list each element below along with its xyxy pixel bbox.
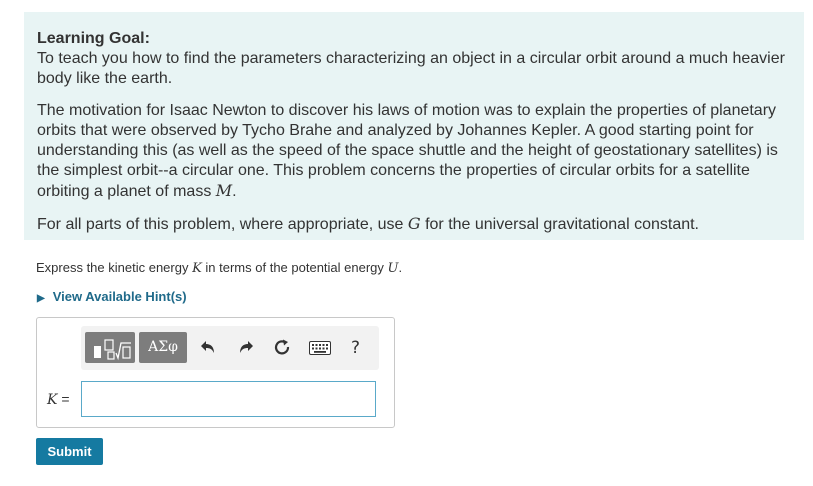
templates-icon <box>94 339 131 361</box>
answer-equals: = <box>61 391 70 407</box>
math-toolbar: ΑΣφ ? <box>81 326 379 370</box>
keyboard-icon[interactable] <box>309 340 331 360</box>
question-text-middle: in terms of the potential energy <box>201 260 388 275</box>
question-text-end: . <box>398 260 403 275</box>
gravity-constant-variable: G <box>407 214 421 233</box>
submit-button[interactable]: Submit <box>36 438 103 465</box>
kinetic-energy-variable: K <box>192 261 202 276</box>
motivation-end: . <box>232 183 237 200</box>
learning-goal-title: Learning Goal: <box>37 30 150 47</box>
constant-text: For all parts of this problem, where app… <box>37 216 408 233</box>
answer-input[interactable] <box>81 381 376 417</box>
constant-paragraph: For all parts of this problem, where app… <box>37 214 790 235</box>
motivation-text: The motivation for Isaac Newton to disco… <box>37 102 778 200</box>
view-hints-link[interactable]: ▶ View Available Hint(s) <box>37 289 187 304</box>
potential-energy-variable: U <box>387 261 399 276</box>
help-button[interactable]: ? <box>351 338 360 358</box>
symbols-button[interactable]: ΑΣφ <box>139 332 187 363</box>
view-hints-label: View Available Hint(s) <box>52 289 187 304</box>
learning-goal-intro: To teach you how to find the parameters … <box>37 50 785 87</box>
answer-variable-label: K = <box>47 391 70 408</box>
constant-end: for the universal gravitational constant… <box>420 216 699 233</box>
undo-icon[interactable] <box>199 338 217 361</box>
learning-goal-box: Learning Goal: To teach you how to find … <box>24 12 804 240</box>
mass-variable: M <box>215 181 233 200</box>
templates-button[interactable] <box>85 332 135 363</box>
caret-right-icon: ▶ <box>37 293 45 304</box>
answer-variable: K <box>47 392 58 408</box>
reset-icon[interactable] <box>273 338 291 361</box>
question-text-before: Express the kinetic energy <box>36 260 193 275</box>
motivation-paragraph: The motivation for Isaac Newton to disco… <box>37 101 790 202</box>
redo-icon[interactable] <box>237 338 255 361</box>
question-prompt: Express the kinetic energy K in terms of… <box>36 260 402 276</box>
